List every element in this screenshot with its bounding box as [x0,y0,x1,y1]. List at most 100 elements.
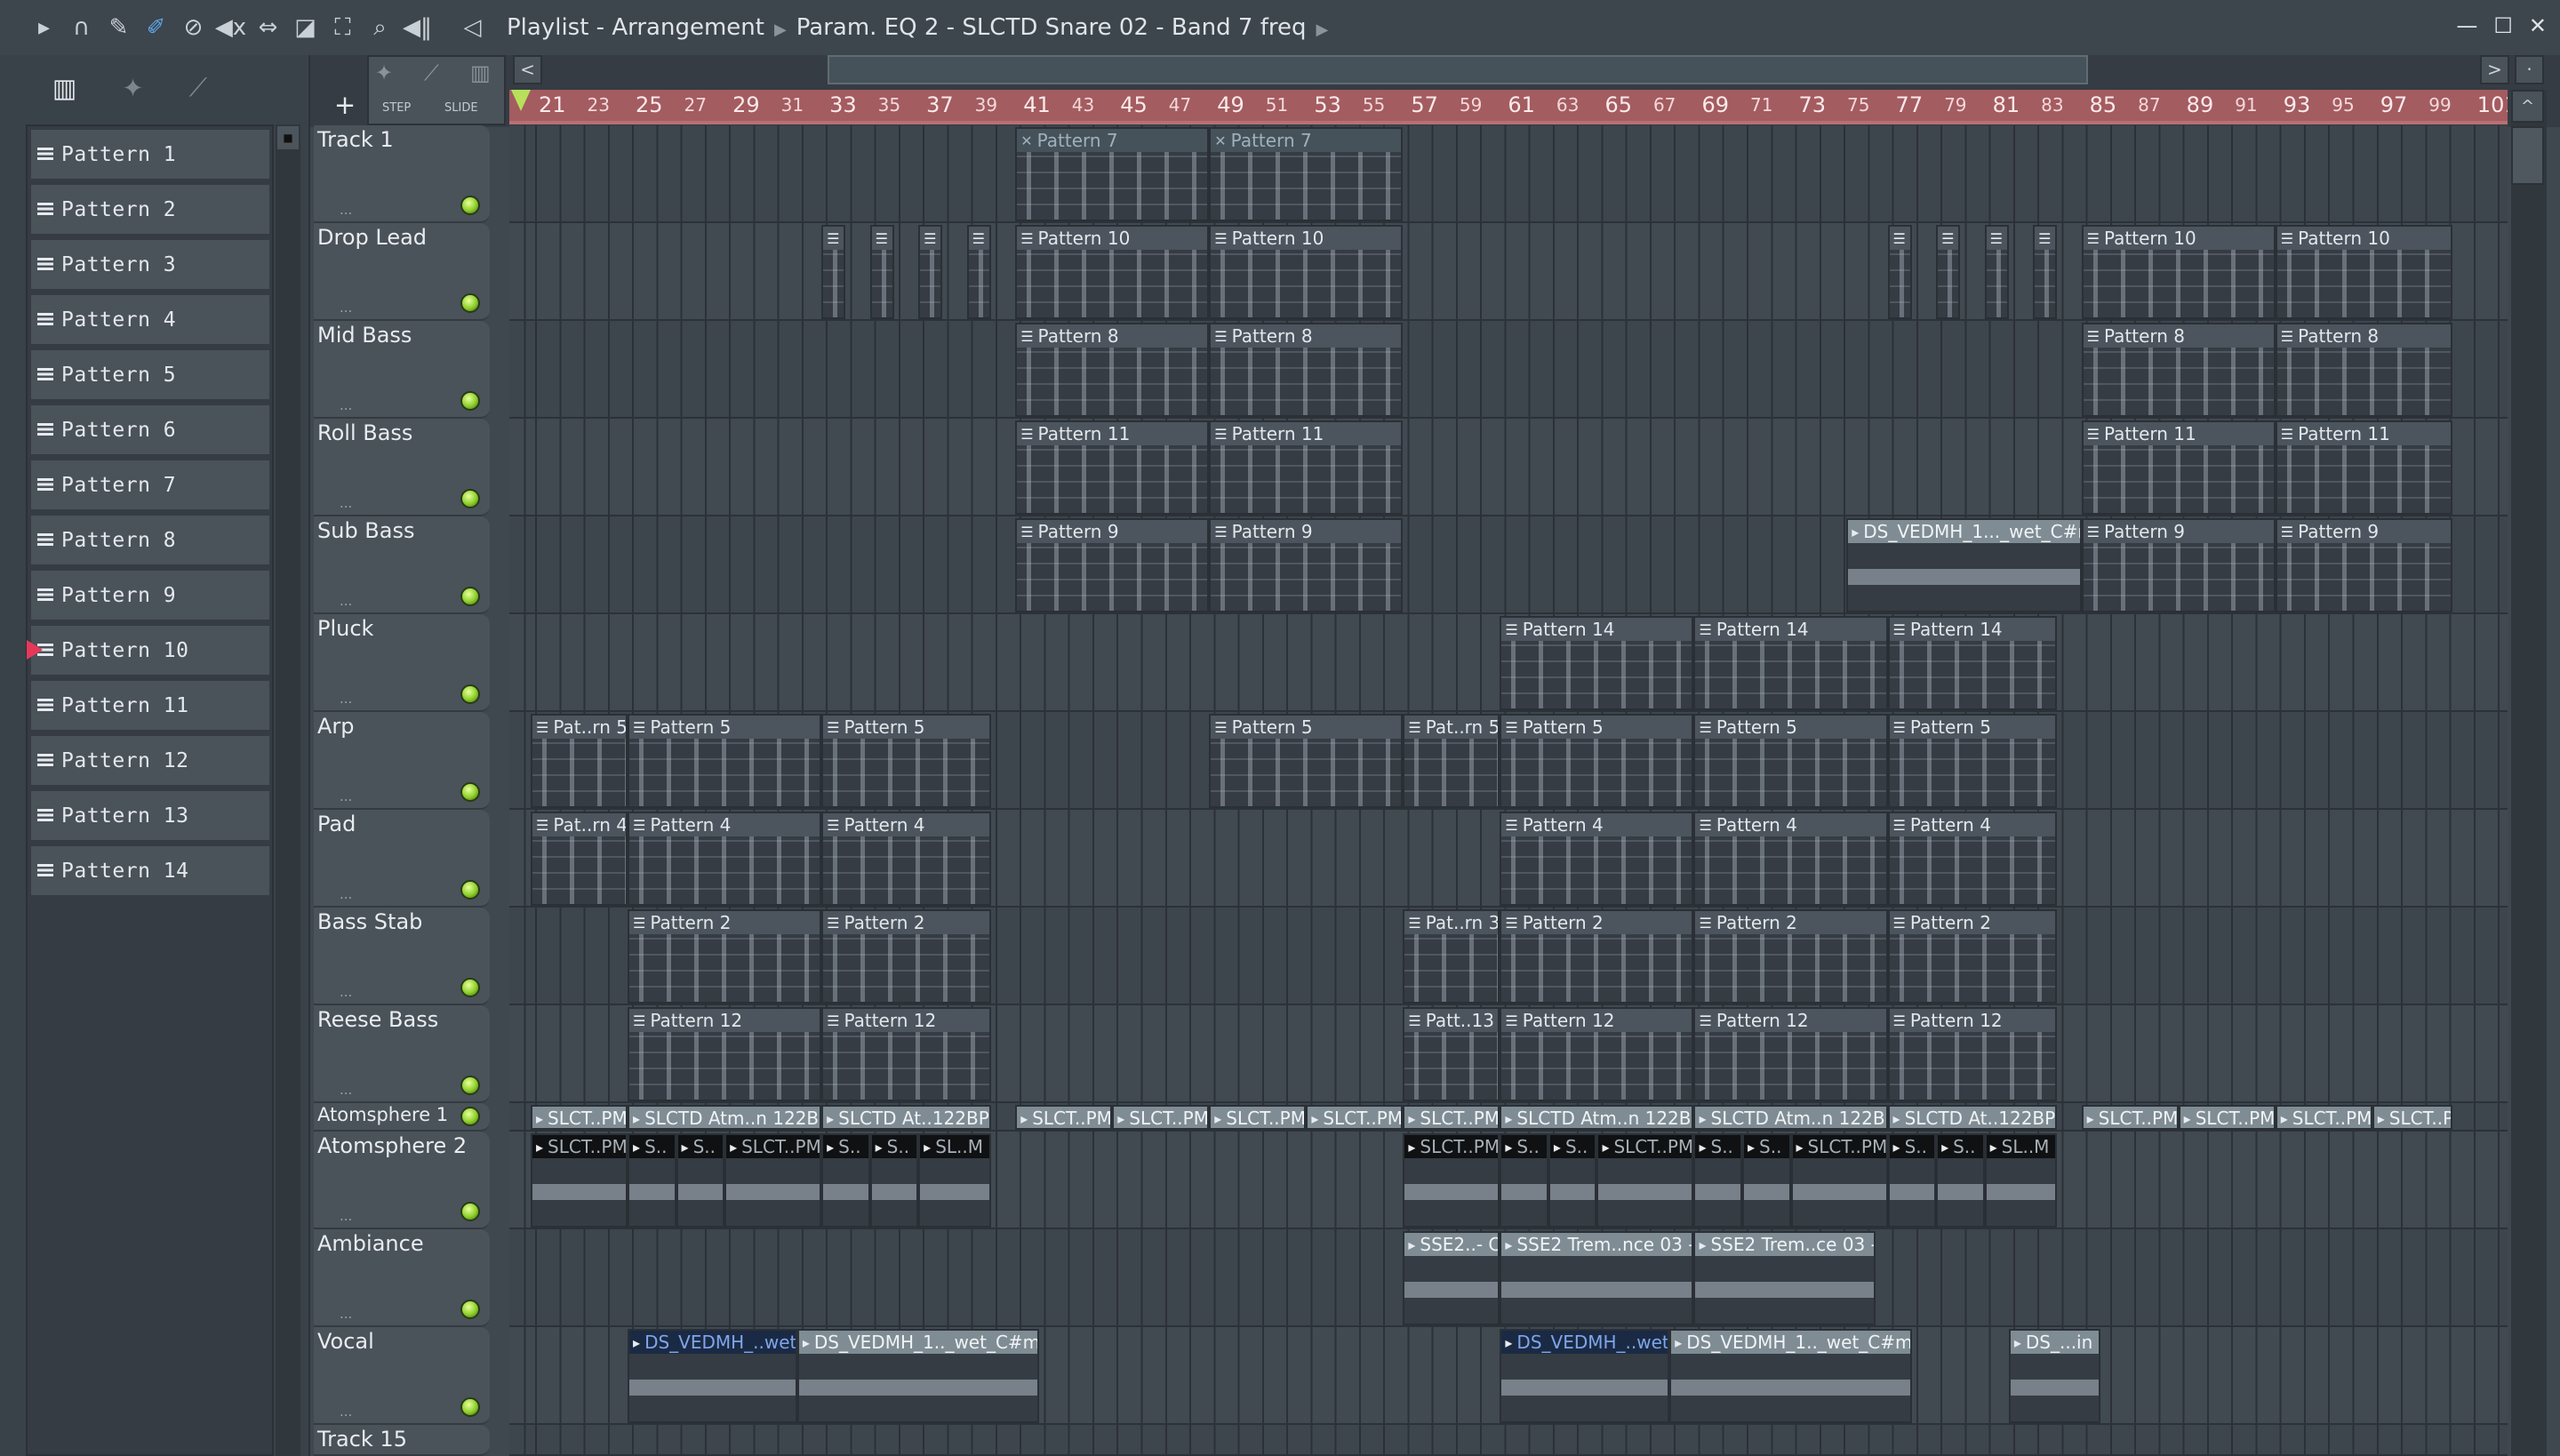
track-name[interactable]: Mid Bass [317,323,412,348]
pattern-list-item[interactable]: Pattern 11 [31,681,269,730]
track-name[interactable]: Sub Bass [317,518,415,543]
track-header[interactable]: Drop Lead... [314,223,490,321]
track-options-icon[interactable]: ... [340,495,352,511]
playlist-clip[interactable]: ▸ DS_VEDMH_..wet_ [628,1329,797,1423]
track-options-icon[interactable]: ... [340,691,352,707]
pattern-list-item[interactable]: Pattern 1 [31,130,269,179]
zoom-handle[interactable]: · [2515,55,2544,84]
playlist-clip[interactable]: ▸ S.. [1693,1133,1742,1228]
playlist-clip[interactable]: ☰ Pattern 12 [1887,1007,2058,1101]
playlist-clip[interactable]: ☰ Pattern 9 [1209,518,1404,612]
playlist-clip[interactable]: ☰ Pattern 2 [1500,909,1694,1004]
track-header[interactable]: Sub Bass... [314,516,490,614]
track-options-icon[interactable]: ... [340,397,352,413]
breadcrumb-playlist[interactable]: Playlist - Arrangement [507,14,764,41]
track-active-led-icon[interactable] [460,978,480,997]
track-active-led-icon[interactable] [460,391,480,411]
automation-icon[interactable]: ⟋ [189,72,207,103]
select-icon[interactable]: ⛶ [328,13,357,43]
playlist-clip[interactable]: ☰ Pattern 8 [1209,323,1404,417]
playlist-clip[interactable]: ▸ S.. [628,1133,676,1228]
track-active-led-icon[interactable] [460,880,480,900]
zoom-icon[interactable]: ⌕ [365,13,395,43]
track-name[interactable]: Arp [317,714,355,739]
automation-clip-icon[interactable]: ⟋ [424,60,439,85]
track-options-icon[interactable]: ... [340,1404,352,1420]
track-active-led-icon[interactable] [460,1397,480,1417]
track-options-icon[interactable]: ... [340,788,352,804]
playlist-clip[interactable]: ☰ Pattern 12 [1693,1007,1888,1101]
track-active-led-icon[interactable] [460,782,480,802]
speaker-icon[interactable]: ◁ [458,13,487,43]
track-name[interactable]: Ambiance [317,1231,424,1256]
pattern-list-item[interactable]: Pattern 4 [31,295,269,344]
pattern-list-item[interactable]: Pattern 9 [31,571,269,620]
playlist-clip[interactable]: ☰ Pattern 5 [1887,714,2058,808]
playlist-clip[interactable]: ✕ Pattern 7 [1015,127,1210,221]
playlist-clip[interactable]: ☰ [918,225,943,319]
playlist-clip[interactable]: ▸ S.. [676,1133,725,1228]
scrollbar-thumb[interactable] [2511,126,2544,185]
playlist-clip[interactable]: ☰ Pattern 11 [2275,420,2452,515]
pattern-list-item[interactable]: Pattern 8 [31,516,269,564]
track-header[interactable]: Atomsphere 2... [314,1132,490,1229]
playlist-clip[interactable]: ▸SLCT..PM [1015,1105,1113,1130]
piano-icon[interactable]: ▥ [52,73,76,103]
playlist-clip[interactable]: ▸ DS_VEDMH_..wet_ [1500,1329,1670,1423]
magnet-icon[interactable]: ∩ [67,13,96,43]
playhead-marker[interactable] [511,90,531,111]
track-header[interactable]: Vocal... [314,1327,490,1425]
playlist-clip[interactable]: ☰ Pattern 10 [1209,225,1404,319]
playlist-clip[interactable]: ☰ [821,225,846,319]
track-options-icon[interactable]: ... [340,1208,352,1224]
pattern-list-scrollbar[interactable]: ■ [276,124,300,1456]
playlist-grid[interactable]: ✕ Pattern 7 ✕ Pattern 7 ☰ ☰ ☰ ☰ ☰ Pattern 10 ☰ Patt… [509,125,2508,1456]
playlist-clip[interactable]: ☰ Pattern 11 [1015,420,1210,515]
playlist-clip[interactable]: ▸SLCT..PM [2275,1105,2372,1130]
pattern-list-item[interactable]: Pattern 12 [31,736,269,785]
playlist-clip[interactable]: ☰ Pat..rn 4 [531,812,628,906]
audio-clip-icon[interactable]: ✦ [375,60,393,85]
playlist-clip[interactable]: ☰ Pattern 4 [1887,812,2058,906]
track-active-led-icon[interactable] [460,1076,480,1095]
track-header[interactable]: Pad... [314,810,490,908]
track-options-icon[interactable]: ... [340,984,352,1000]
track-active-led-icon[interactable] [460,1300,480,1319]
playlist-overview-scrollbar[interactable] [828,55,2088,84]
playlist-clip[interactable]: ▸ S.. [1887,1133,1937,1228]
track-name[interactable]: Track 1 [317,127,394,152]
playlist-clip[interactable]: ☰ Pattern 9 [2275,518,2452,612]
playlist-clip[interactable]: ▸SLCT..PM [2372,1105,2452,1130]
playlist-clip[interactable]: ▸SLCTD Atm..n 122BPM [1500,1105,1694,1130]
playlist-clip[interactable]: ☰ Pattern 5 [1500,714,1694,808]
track-header[interactable]: Atomsphere 1 [314,1103,490,1132]
playlist-clip[interactable]: ☰ Pattern 10 [1015,225,1210,319]
playlist-clip[interactable]: ▸SLCT..PM [724,1133,822,1228]
track-name[interactable]: Drop Lead [317,225,427,250]
playlist-clip[interactable]: ☰ Pattern 12 [1500,1007,1694,1101]
playlist-clip[interactable]: ☰ Pattern 5 [1693,714,1888,808]
playlist-clip[interactable]: ▸SLCT..PM [531,1105,628,1130]
track-active-led-icon[interactable] [460,489,480,508]
playlist-clip[interactable]: ▸SLCT..PM [1403,1105,1500,1130]
pattern-list-item[interactable]: Pattern 6 [31,405,269,454]
track-header[interactable]: Arp... [314,712,490,810]
playlist-clip[interactable]: ☰ Pattern 5 [821,714,991,808]
track-name[interactable]: Reese Bass [317,1007,438,1032]
playlist-clip[interactable]: ☰ Pattern 4 [1500,812,1694,906]
track-header[interactable]: Track 15 [314,1425,490,1456]
track-active-led-icon[interactable] [460,684,480,704]
playlist-clip[interactable]: ☰ Pattern 10 [2081,225,2276,319]
playlist-clip[interactable]: ▸ S.. [1936,1133,1985,1228]
playlist-clip[interactable]: ☰ Pattern 4 [628,812,822,906]
track-active-led-icon[interactable] [460,196,480,215]
playlist-clip[interactable]: ☰ [1887,225,1912,319]
add-track-button[interactable]: + [324,90,366,125]
playlist-clip[interactable]: ☰ Pattern 11 [1209,420,1404,515]
pencil-icon[interactable]: ✎ [104,13,133,43]
pattern-list-item[interactable]: Pattern 10 [27,626,269,675]
track-name[interactable]: Track 15 [317,1427,407,1452]
playlist-clip[interactable]: ☰ Pattern 8 [2081,323,2276,417]
track-lane[interactable] [509,125,2508,223]
track-header[interactable]: Roll Bass... [314,419,490,516]
